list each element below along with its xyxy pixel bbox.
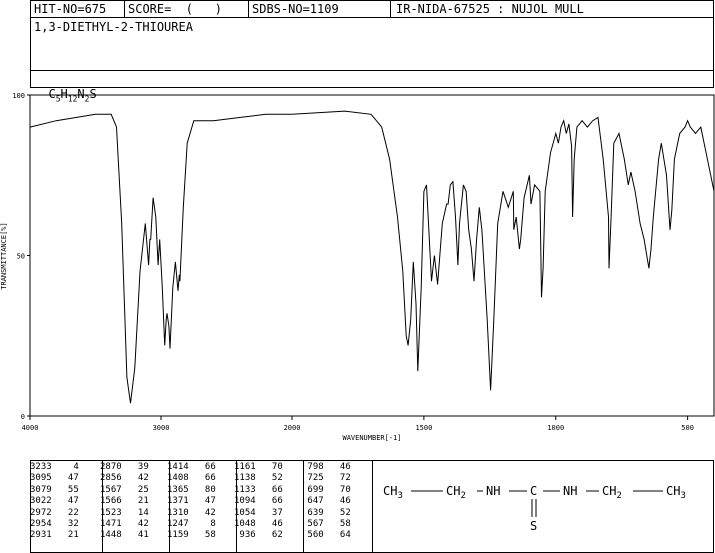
peak-column: 2870 39 2856 42 1567 25 1566 21 1523 14 1471 …: [100, 462, 149, 542]
peak-row: 1471 42: [100, 518, 149, 529]
x-axis-label: WAVENUMBER[-1]: [342, 434, 401, 442]
peak-row: 1523 14: [100, 507, 149, 518]
peak-row: 3233 4: [30, 462, 79, 472]
peak-row: 647 46: [302, 496, 351, 507]
y-axis-label: TRANSMITTANCE[%]: [0, 222, 8, 289]
atom-label: CH3: [666, 484, 686, 501]
atom-label: C: [530, 484, 537, 498]
peak-row: 1094 66: [234, 496, 283, 507]
peak-row: 1310 42: [167, 507, 216, 518]
peak-column: 1161 70 1138 52 1133 66 1094 66 1054 37 1048 …: [234, 462, 283, 542]
peak-row: 1567 25: [100, 484, 149, 495]
atom-label: CH3: [383, 484, 403, 501]
peak-row: 1138 52: [234, 473, 283, 484]
peak-row: 567 58: [302, 518, 351, 529]
peak-row: 639 52: [302, 507, 351, 518]
peak-row: 3095 47: [30, 473, 79, 484]
peak-column: 3233 4 3095 47 3079 55 3022 47 2972 22 2954 3…: [30, 462, 79, 542]
x-tick-label: 500: [681, 424, 694, 432]
x-tick-label: 3000: [153, 424, 170, 432]
peak-row: 936 62: [234, 530, 283, 541]
peak-col-sep-5: [372, 461, 373, 552]
x-tick-label: 2000: [284, 424, 301, 432]
peak-column: 798 46 725 72 699 70 647 46 639 52 567 5…: [302, 462, 351, 542]
x-tick-label: 1000: [547, 424, 564, 432]
plot-frame: [29, 94, 715, 417]
peak-row: 1133 66: [234, 484, 283, 495]
peak-row: 1371 47: [167, 496, 216, 507]
x-tick-label: 4000: [22, 424, 39, 432]
peak-row: 2856 42: [100, 473, 149, 484]
peak-row: 725 72: [302, 473, 351, 484]
peak-row: 3022 47: [30, 496, 79, 507]
peak-row: 2931 21: [30, 530, 79, 541]
peak-row: 1408 66: [167, 473, 216, 484]
atom-label: NH: [563, 484, 577, 498]
peak-row: 1247 8: [167, 518, 216, 529]
structure-diagram: CH3 CH2 NH C NH CH2 CH3 S: [383, 484, 686, 533]
ir-spectrum-chart: 100500 4000 3000 2000 1500 1000 500 TRANSMITT…: [0, 92, 715, 442]
peak-column: 1414 66 1408 66 1365 80 1371 47 1310 42 1247 …: [167, 462, 216, 542]
atom-label: CH2: [602, 484, 622, 501]
peak-row: 1414 66: [167, 462, 216, 472]
peak-row: 798 46: [302, 462, 351, 472]
atom-label: S: [530, 519, 537, 533]
y-tick-label: 50: [17, 253, 25, 261]
peak-row: 1159 58: [167, 530, 216, 541]
peak-row: 560 64: [302, 530, 351, 541]
y-tick-label: 100: [12, 92, 25, 100]
peak-row: 2870 39: [100, 462, 149, 472]
peak-row: 2954 32: [30, 518, 79, 529]
peak-row: 2972 22: [30, 507, 79, 518]
peak-row: 1161 70: [234, 462, 283, 472]
peak-row: 1566 21: [100, 496, 149, 507]
atom-label: CH2: [446, 484, 466, 501]
x-tick-label: 1500: [415, 424, 432, 432]
peak-row: 1448 41: [100, 530, 149, 541]
peak-row: 1054 37: [234, 507, 283, 518]
atom-label: NH: [486, 484, 500, 498]
peak-row: 699 70: [302, 484, 351, 495]
peak-row: 1048 46: [234, 518, 283, 529]
y-tick-label: 0: [21, 413, 25, 421]
spectrum-line: [29, 110, 715, 404]
peak-row: 1365 80: [167, 484, 216, 495]
peak-row: 3079 55: [30, 484, 79, 495]
